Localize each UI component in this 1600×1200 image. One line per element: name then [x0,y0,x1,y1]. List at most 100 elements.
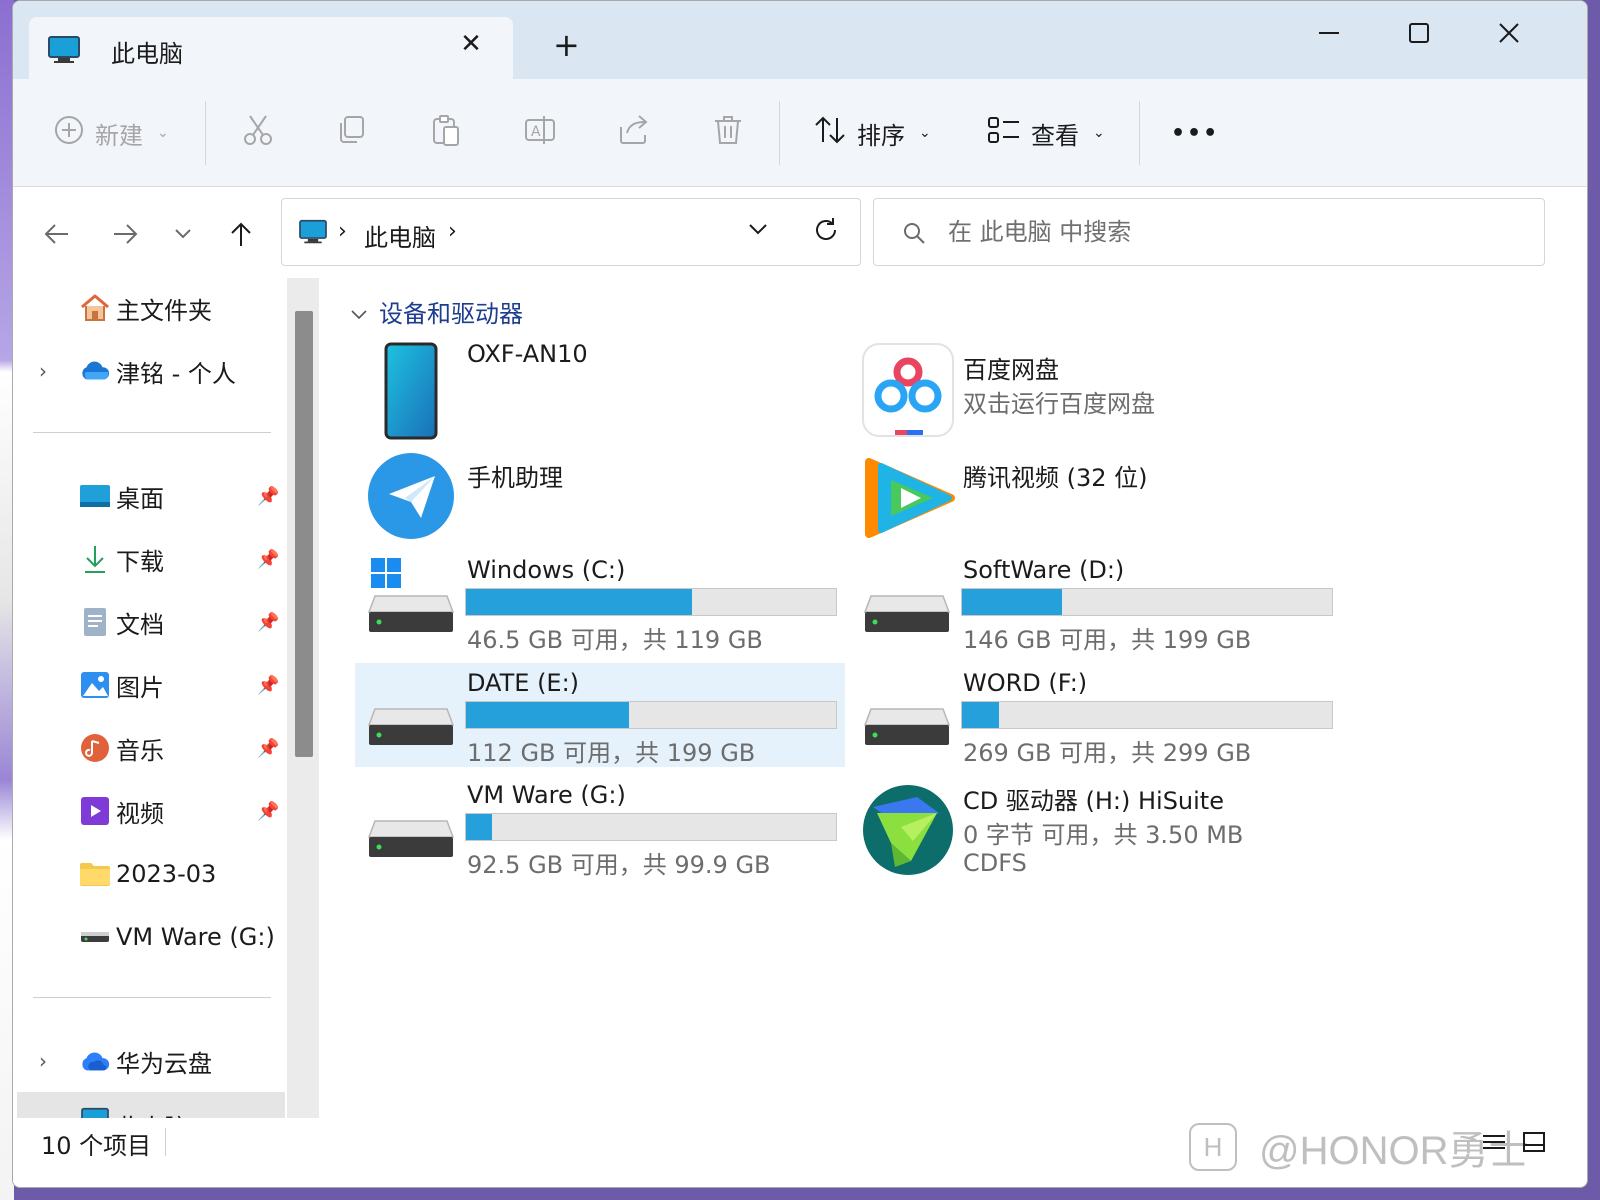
pin-icon[interactable]: 📌 [257,675,279,696]
copy-button[interactable] [335,79,369,187]
sidebar-item-this-pc[interactable]: 此电脑 [17,1092,285,1118]
pin-icon[interactable]: 📌 [257,801,279,822]
sidebar-item-desktop[interactable]: 桌面 📌 [13,468,285,524]
breadcrumb-chevron-icon[interactable]: › [338,219,347,244]
rename-button[interactable]: A [523,79,557,187]
chevron-down-icon: ⌄ [1093,125,1105,141]
pin-icon[interactable]: 📌 [257,612,279,633]
sidebar-item-label: VM Ware (G:) [116,923,275,951]
drive-tile-g[interactable]: VM Ware (G:) 92.5 GB 可用，共 99.9 GB [355,775,845,879]
device-tile-tencent-video[interactable]: 腾讯视频 (32 位) [851,442,1341,546]
search-box[interactable] [873,198,1545,266]
drive-usage-fill [962,589,1062,615]
new-tab-button[interactable]: + [553,29,580,61]
breadcrumb-chevron-icon[interactable]: › [448,219,457,244]
toolbar-separator [779,101,780,165]
sidebar-item-music[interactable]: 音乐 📌 [13,720,285,776]
home-icon [79,292,111,324]
device-tile-baidu-netdisk[interactable]: 百度网盘 双击运行百度网盘 [851,334,1341,438]
huawei-cloud-icon [79,1045,111,1077]
device-tile-phone-assistant[interactable]: 手机助理 [355,442,845,546]
group-title: 设备和驱动器 [379,300,523,328]
address-history-button[interactable] [748,221,768,240]
sidebar-item-home[interactable]: 主文件夹 [13,280,285,336]
device-name: 百度网盘 [963,356,1059,384]
expand-chevron-icon[interactable]: › [39,1049,47,1073]
sidebar-item-label: 津铭 - 个人 [116,359,236,388]
sort-button[interactable]: 排序 ⌄ [813,79,931,187]
share-button[interactable] [617,79,651,187]
cut-button[interactable] [241,79,275,187]
address-bar[interactable]: › 此电脑 › [281,198,861,266]
sidebar-divider [33,432,271,433]
tiles-view-button[interactable] [1521,1130,1547,1158]
pin-icon[interactable]: 📌 [257,549,279,570]
drive-name: WORD (F:) [963,669,1088,697]
refresh-icon [816,218,836,240]
drive-tile-d[interactable]: SoftWare (D:) 146 GB 可用，共 199 GB [851,550,1341,654]
paste-button[interactable] [429,79,463,187]
recent-locations-button[interactable] [161,206,205,262]
pin-icon[interactable]: 📌 [257,486,279,507]
close-window-button[interactable] [1479,13,1539,53]
up-button[interactable] [219,206,263,262]
refresh-button[interactable] [812,216,840,248]
drive-capacity: 46.5 GB 可用，共 119 GB [467,626,763,654]
new-label: 新建 [95,121,143,150]
drive-usage-bar [961,701,1333,729]
pin-icon[interactable]: 📌 [257,738,279,759]
close-tab-icon[interactable]: ✕ [455,29,487,59]
sidebar-scrollbar[interactable] [287,278,319,1118]
view-toggle-group [1481,1130,1547,1158]
device-subtitle: 双击运行百度网盘 [963,390,1155,418]
drive-tile-h-cd[interactable]: CD 驱动器 (H:) HiSuite 0 字节 可用，共 3.50 MB CD… [851,775,1341,891]
collapse-chevron-icon[interactable] [351,298,367,326]
sidebar-item-pictures[interactable]: 图片 📌 [13,657,285,713]
sidebar-scrollbar-thumb[interactable] [295,311,313,757]
minimize-button[interactable] [1299,13,1359,53]
drive-tile-f[interactable]: WORD (F:) 269 GB 可用，共 299 GB [851,663,1341,767]
system-drive-icon [365,558,455,648]
sidebar-item-onedrive[interactable]: › 津铭 - 个人 [13,343,285,399]
device-name: 手机助理 [467,464,563,492]
back-button[interactable] [35,206,79,262]
group-header-devices[interactable]: 设备和驱动器 [351,294,523,329]
tencent-video-icon [861,450,955,540]
drive-capacity: 269 GB 可用，共 299 GB [963,739,1252,767]
sidebar-item-documents[interactable]: 文档 📌 [13,594,285,650]
command-bar: 新建 ⌄ A 排序 ⌄ 查看 ⌄ ••• [13,79,1587,187]
sidebar-item-label: 桌面 [116,484,164,513]
sidebar-item-downloads[interactable]: 下载 📌 [13,531,285,587]
device-tile-phone[interactable]: OXF-AN10 [355,334,845,440]
sidebar-divider [33,997,271,998]
breadcrumb-this-pc[interactable]: 此电脑 [364,218,436,253]
new-button[interactable]: 新建 ⌄ [53,79,169,187]
sidebar-item-label: 视频 [116,799,164,828]
search-input[interactable] [948,213,1508,251]
title-bar: 此电脑 ✕ + [13,1,1587,79]
more-options-button[interactable]: ••• [1171,79,1219,187]
expand-chevron-icon[interactable]: › [39,359,47,383]
sidebar-item-label: 此电脑 [116,1108,188,1118]
forward-button[interactable] [103,206,147,262]
sidebar-item-huawei-cloud[interactable]: › 华为云盘 [13,1033,285,1089]
drive-tile-c[interactable]: Windows (C:) 46.5 GB 可用，共 119 GB [355,550,845,654]
drive-name: Windows (C:) [467,556,626,584]
tab-title: 此电脑 [111,40,183,68]
tab-this-pc[interactable]: 此电脑 ✕ [29,17,513,79]
download-icon [79,543,111,575]
view-button[interactable]: 查看 ⌄ [987,79,1105,187]
sidebar-item-vmware-drive[interactable]: VM Ware (G:) [13,909,285,965]
sidebar-item-label: 文档 [116,610,164,639]
sidebar-item-videos[interactable]: 视频 📌 [13,783,285,839]
videos-icon [79,795,111,827]
drive-tile-e[interactable]: DATE (E:) 112 GB 可用，共 199 GB [355,663,845,767]
sidebar-item-folder-2023-03[interactable]: 2023-03 [13,846,285,902]
share-icon [617,113,651,153]
delete-button[interactable] [711,79,745,187]
sidebar-item-label: 下载 [116,547,164,576]
sidebar-item-label: 主文件夹 [116,296,212,325]
details-view-button[interactable] [1481,1130,1507,1158]
maximize-button[interactable] [1389,13,1449,53]
view-label: 查看 [1031,121,1079,150]
